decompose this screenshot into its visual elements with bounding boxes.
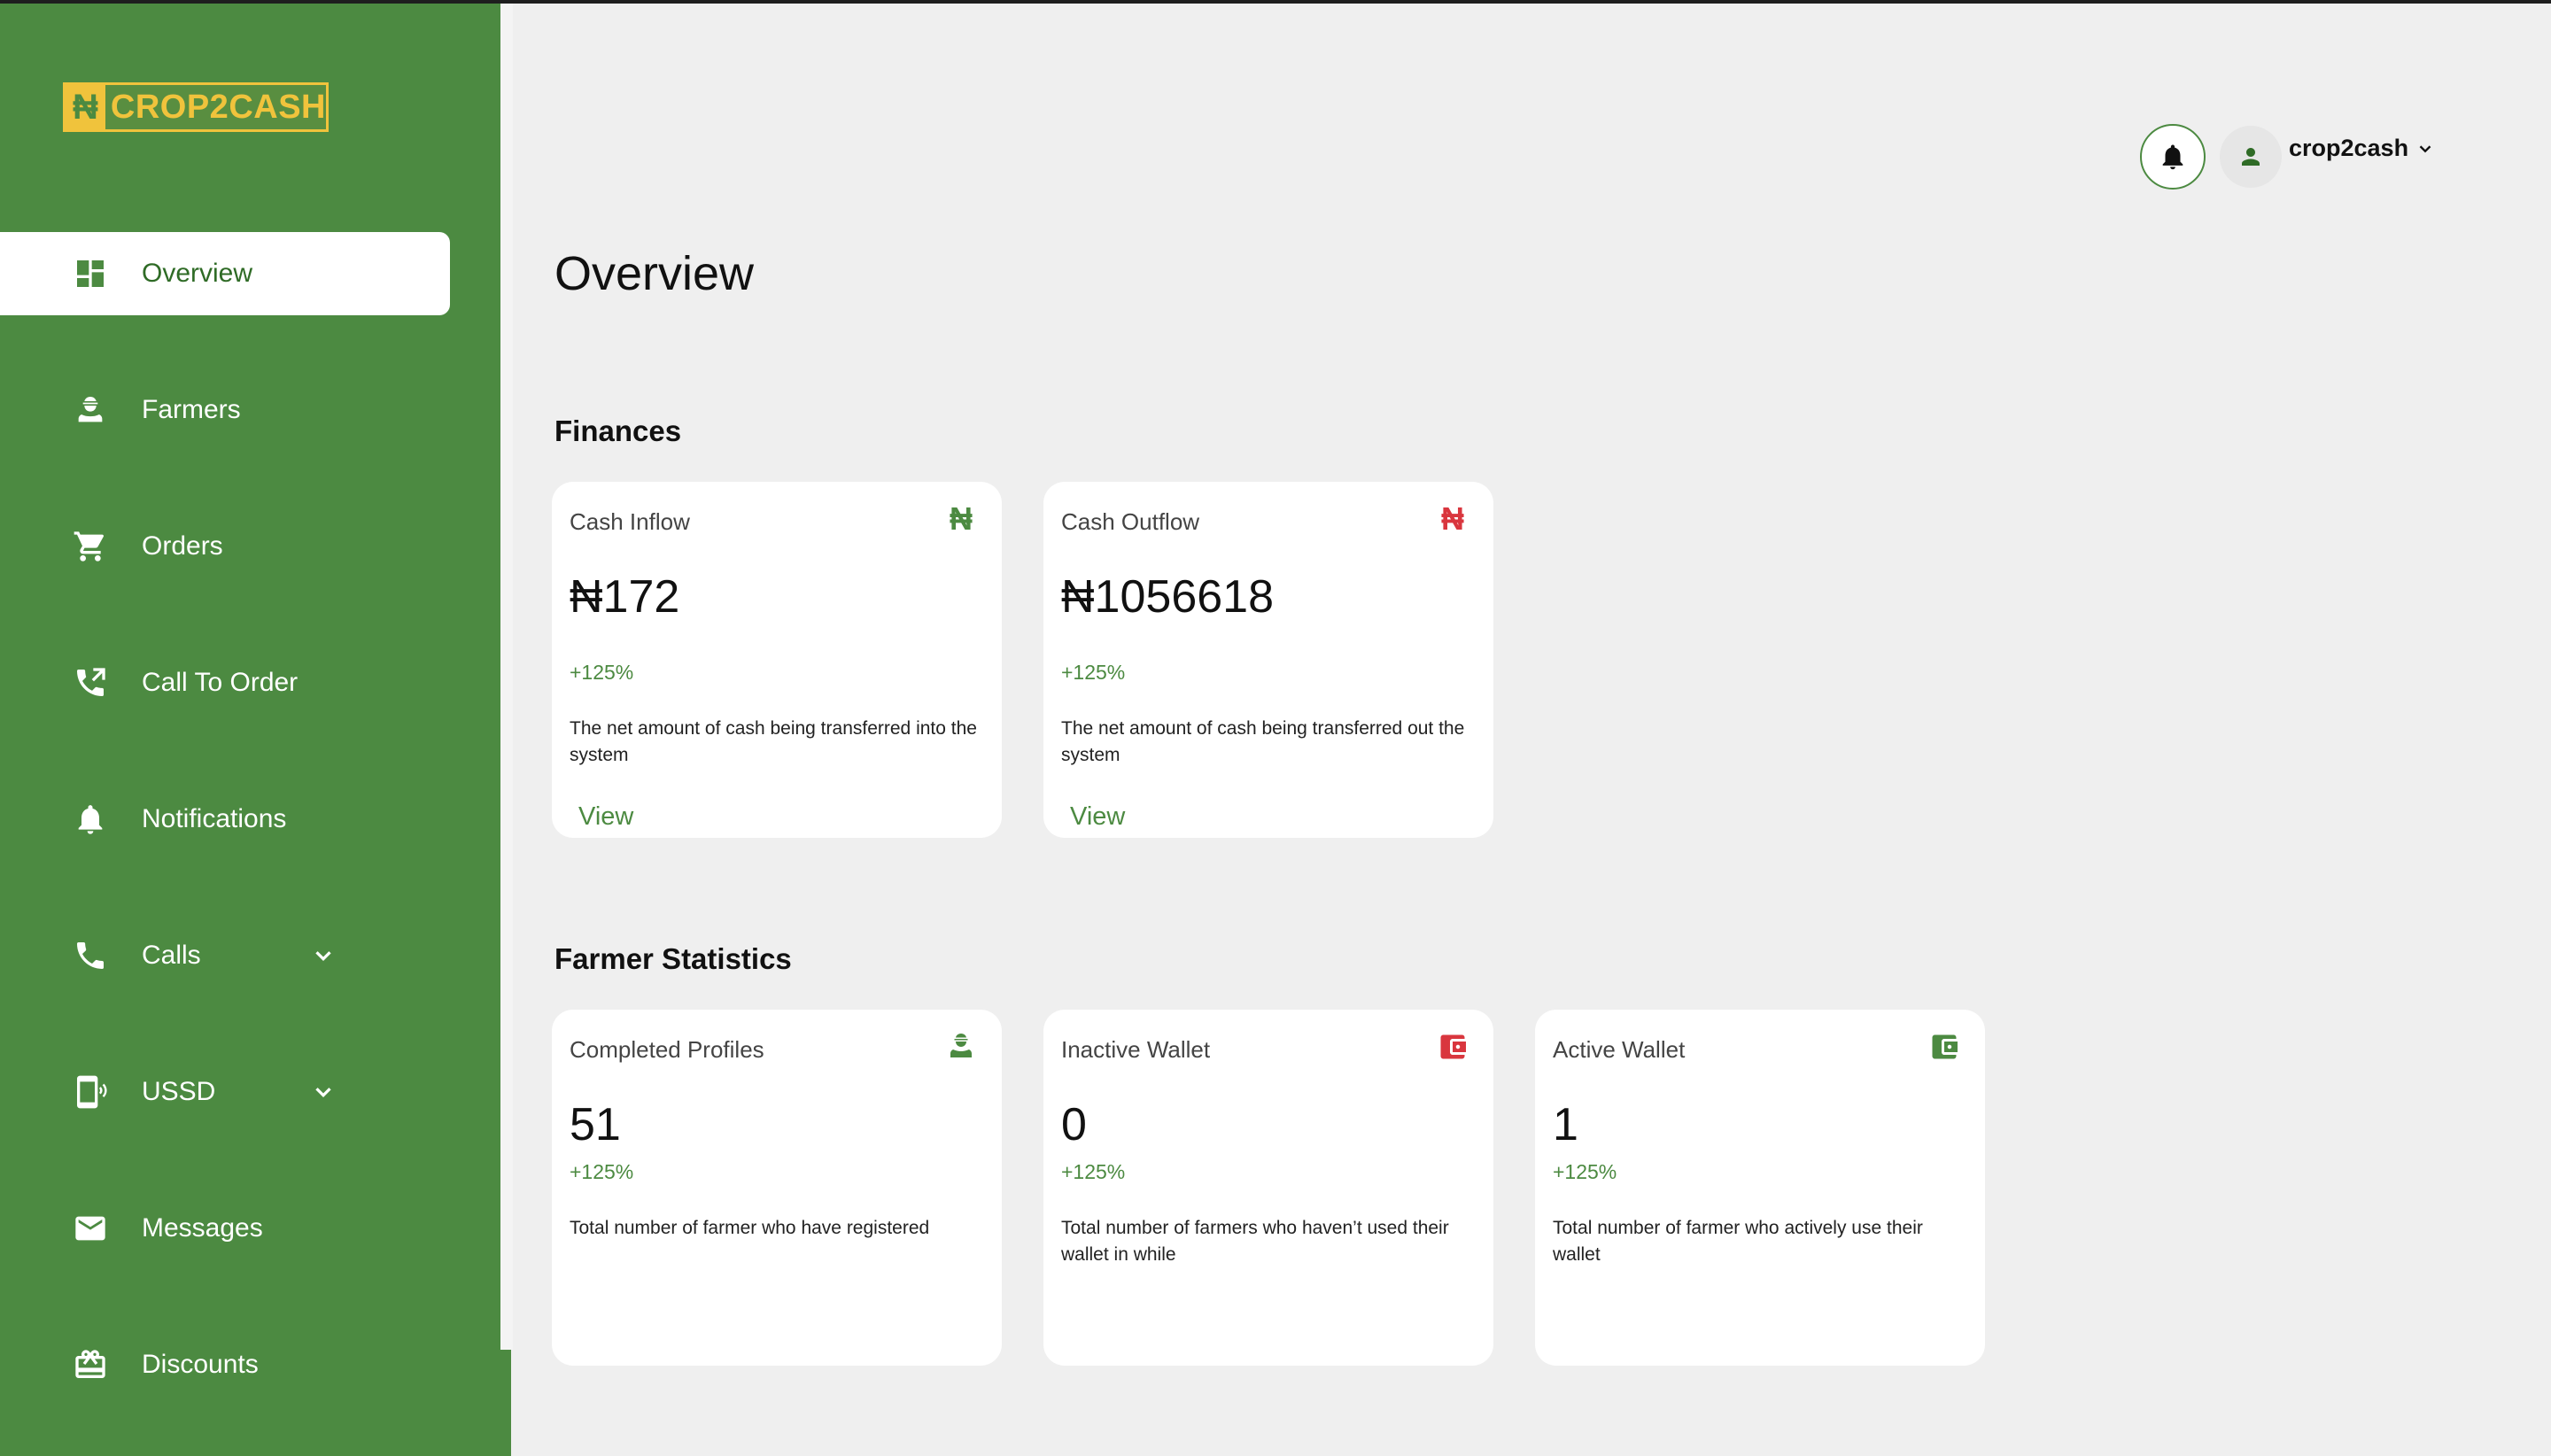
sidebar-item-orders[interactable]: Orders — [0, 505, 450, 588]
card-value: 51 — [570, 1099, 621, 1150]
farmer-icon — [945, 1031, 977, 1063]
phone-icon — [73, 938, 108, 973]
user-icon — [2242, 148, 2260, 166]
view-link[interactable]: View — [1070, 802, 1125, 832]
brand-logo[interactable]: ₦ CROP2CASH — [63, 82, 329, 132]
sidebar-item-label: Messages — [142, 1213, 263, 1243]
card-change: +125% — [570, 1160, 634, 1183]
avatar[interactable] — [2220, 126, 2282, 188]
sidebar-item-call-to-order[interactable]: Call To Order — [0, 641, 450, 724]
wallet-icon — [1437, 1031, 1469, 1063]
sidebar-item-label: Calls — [142, 941, 201, 970]
naira-icon: ₦ — [1441, 500, 1464, 537]
naira-icon: ₦ — [950, 500, 973, 537]
wallet-icon — [1928, 1031, 1960, 1063]
user-menu[interactable]: crop2cash — [2289, 135, 2435, 162]
completed-profiles-card: Completed Profiles 51 +125% Total number… — [552, 1010, 1002, 1366]
notifications-button[interactable] — [2140, 124, 2206, 190]
inactive-wallet-card: Inactive Wallet 0 +125% Total number of … — [1043, 1010, 1493, 1366]
active-wallet-card: Active Wallet 1 +125% Total number of fa… — [1535, 1010, 1985, 1366]
card-title: Cash Outflow — [1061, 508, 1200, 535]
sidebar-item-overview[interactable]: Overview — [0, 232, 450, 315]
chevron-down-icon[interactable] — [310, 942, 337, 969]
farmer-statistics-section-title: Farmer Statistics — [554, 942, 792, 975]
sidebar-item-ussd[interactable]: USSD — [0, 1050, 450, 1134]
sidebar-item-label: USSD — [142, 1077, 216, 1106]
sidebar-item-label: Farmers — [142, 395, 241, 424]
card-description: Total number of farmer who have register… — [570, 1218, 930, 1238]
gift-card-icon — [73, 1347, 108, 1382]
card-change: +125% — [1061, 1160, 1126, 1183]
card-value: ₦172 — [570, 571, 680, 623]
logo-naira-icon: ₦ — [66, 85, 105, 129]
card-title: Completed Profiles — [570, 1036, 764, 1063]
sidebar-item-label: Notifications — [142, 804, 287, 833]
sidebar-item-discounts[interactable]: Discounts — [0, 1323, 450, 1406]
sidebar-item-label: Overview — [142, 259, 253, 288]
card-title: Inactive Wallet — [1061, 1036, 1211, 1063]
bell-icon — [2162, 144, 2183, 170]
sidebar-item-label: Call To Order — [142, 668, 299, 697]
view-link[interactable]: View — [578, 802, 633, 832]
mail-icon — [73, 1211, 108, 1246]
cash-outflow-card: Cash Outflow ₦ ₦1056618 +125% The net am… — [1043, 482, 1493, 838]
cart-icon — [73, 529, 108, 564]
finances-section-title: Finances — [554, 414, 682, 447]
card-change: +125% — [1553, 1160, 1617, 1183]
chevron-down-icon — [2419, 144, 2431, 152]
mobile-icon — [73, 1074, 108, 1110]
card-description: Total number of farmer who actively use … — [1553, 1218, 1923, 1265]
farmer-icon — [73, 392, 108, 428]
card-value: ₦1056618 — [1061, 571, 1274, 623]
sidebar-item-calls[interactable]: Calls — [0, 914, 450, 997]
sidebar-item-label: Discounts — [142, 1350, 259, 1379]
card-title: Cash Inflow — [570, 508, 690, 535]
sidebar-item-label: Orders — [142, 531, 223, 561]
card-value: 1 — [1553, 1099, 1578, 1150]
page-title: Overview — [554, 247, 755, 300]
sidebar: ₦ CROP2CASH Overview Farmers Orders Call… — [0, 4, 511, 1456]
card-description: The net amount of cash being transferred… — [570, 718, 977, 765]
sidebar-item-notifications[interactable]: Notifications — [0, 778, 450, 861]
card-description: The net amount of cash being transferred… — [1061, 718, 1465, 765]
card-change: +125% — [1061, 661, 1126, 684]
dashboard-icon — [73, 256, 108, 291]
chevron-down-icon[interactable] — [310, 1079, 337, 1105]
sidebar-item-messages[interactable]: Messages — [0, 1187, 450, 1270]
logo-text: CROP2CASH — [110, 88, 326, 126]
cash-inflow-card: Cash Inflow ₦ ₦172 +125% The net amount … — [552, 482, 1002, 838]
sidebar-item-farmers[interactable]: Farmers — [0, 368, 450, 452]
bell-icon — [73, 802, 108, 837]
user-name: crop2cash — [2289, 135, 2409, 161]
card-title: Active Wallet — [1553, 1036, 1686, 1063]
sidebar-scrollbar-track[interactable] — [500, 4, 513, 1350]
card-description: Total number of farmers who haven’t used… — [1061, 1218, 1449, 1265]
card-value: 0 — [1061, 1099, 1087, 1150]
phone-forward-icon — [73, 665, 108, 701]
card-change: +125% — [570, 661, 634, 684]
